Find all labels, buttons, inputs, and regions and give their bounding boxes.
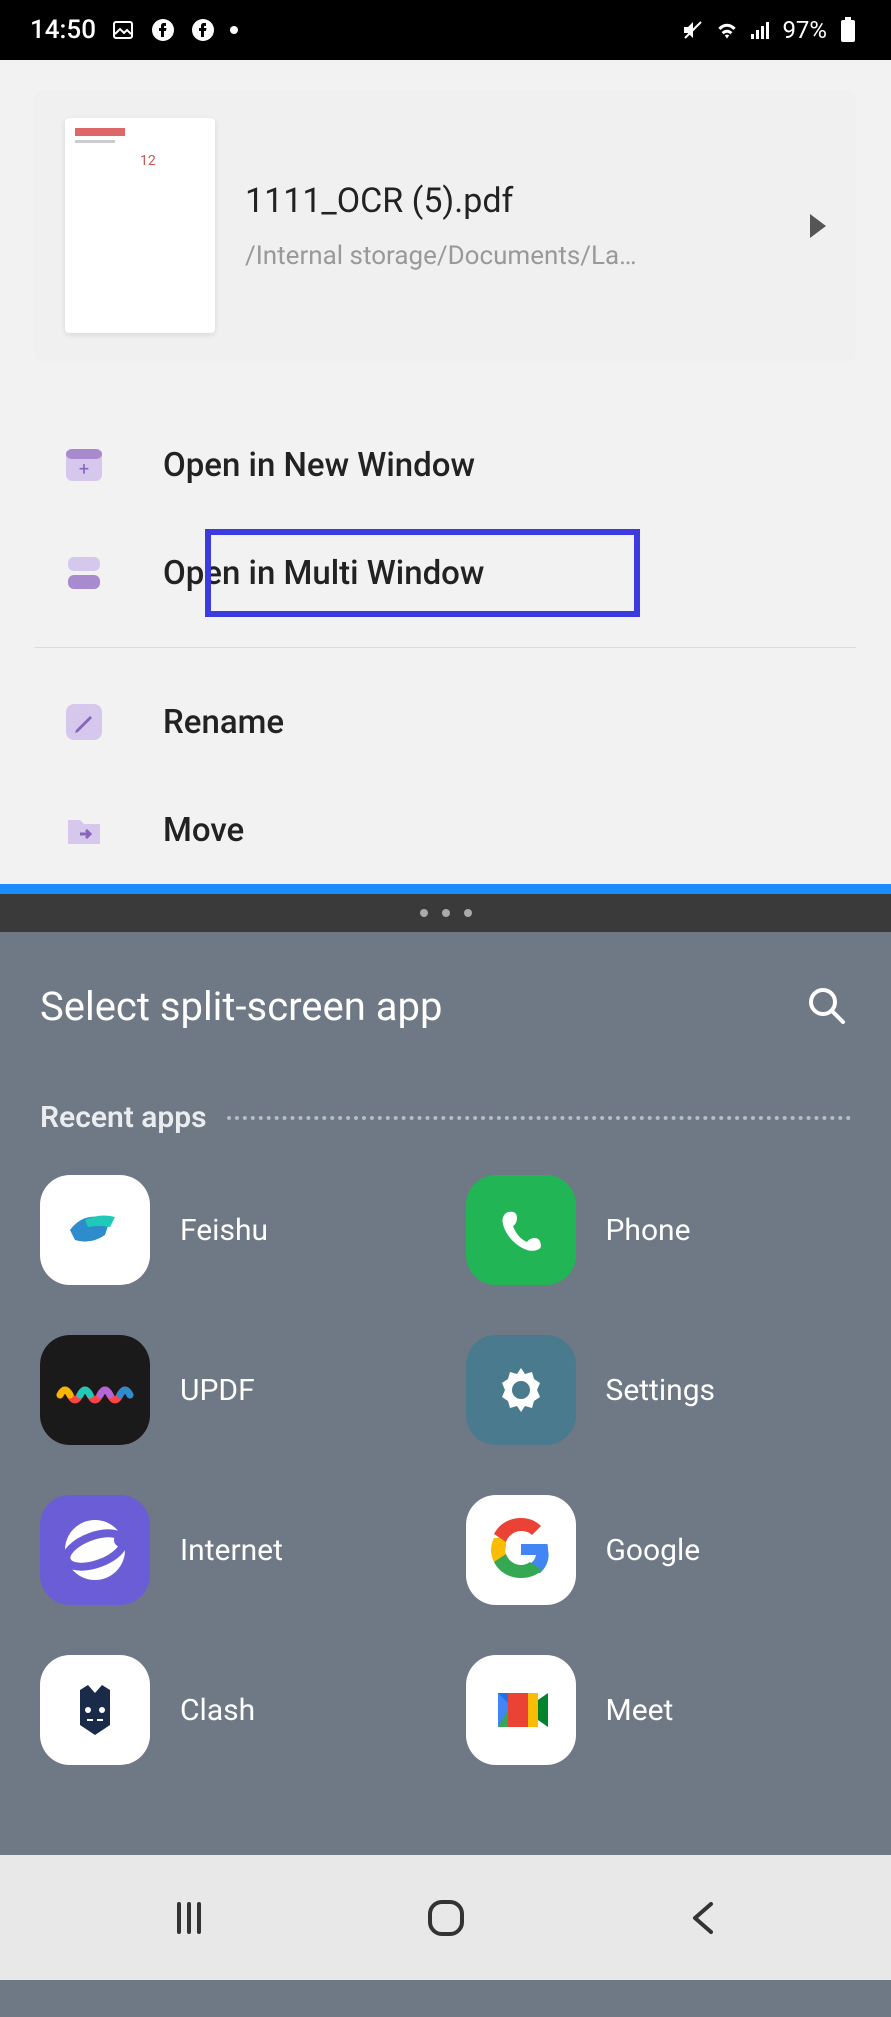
nav-home[interactable]: [416, 1888, 476, 1948]
move-icon: [60, 806, 108, 854]
file-context-pane: 12 1111_OCR (5).pdf /Internal storage/Do…: [0, 60, 891, 884]
new-window-icon: +: [60, 441, 108, 489]
signal-icon: [748, 17, 774, 43]
app-google[interactable]: Google: [466, 1495, 852, 1605]
status-time: 14:50: [30, 15, 96, 45]
menu-divider: [35, 647, 856, 648]
app-label: Meet: [606, 1693, 674, 1728]
app-settings[interactable]: Settings: [466, 1335, 852, 1445]
app-phone[interactable]: Phone: [466, 1175, 852, 1285]
selector-title: Select split-screen app: [40, 983, 442, 1030]
menu-open-new-window[interactable]: + Open in New Window: [35, 411, 856, 519]
internet-icon: [40, 1495, 150, 1605]
dotted-divider: [227, 1116, 851, 1120]
menu-label: Open in Multi Window: [163, 554, 484, 593]
file-info: 1111_OCR (5).pdf /Internal storage/Docum…: [245, 181, 780, 271]
app-label: Internet: [180, 1533, 283, 1568]
search-button[interactable]: [803, 982, 851, 1030]
nav-bar: [0, 1855, 891, 1980]
app-meet[interactable]: Meet: [466, 1655, 852, 1765]
nav-back[interactable]: [673, 1888, 733, 1948]
app-clash[interactable]: Clash: [40, 1655, 426, 1765]
section-title: Recent apps: [40, 1100, 207, 1135]
updf-icon: [40, 1335, 150, 1445]
battery-percent: 97%: [782, 16, 827, 44]
app-label: Google: [606, 1533, 701, 1568]
section-header: Recent apps: [40, 1100, 851, 1135]
menu-open-multi-window[interactable]: Open in Multi Window: [35, 519, 856, 627]
menu-label: Open in New Window: [163, 446, 475, 485]
multi-window-icon: [60, 549, 108, 597]
menu-label: Move: [163, 811, 244, 850]
file-path: /Internal storage/Documents/La…: [245, 241, 780, 271]
app-label: UPDF: [180, 1373, 255, 1408]
file-card[interactable]: 12 1111_OCR (5).pdf /Internal storage/Do…: [35, 90, 856, 361]
clash-icon: [40, 1655, 150, 1765]
split-drag-handle[interactable]: [0, 884, 891, 894]
file-name: 1111_OCR (5).pdf: [245, 181, 780, 221]
menu-move[interactable]: Move: [35, 776, 856, 884]
settings-icon: [466, 1335, 576, 1445]
app-updf[interactable]: UPDF: [40, 1335, 426, 1445]
app-grid: Feishu Phone UPDF Settings Internet: [40, 1175, 851, 1765]
meet-icon: [466, 1655, 576, 1765]
status-left: 14:50: [30, 15, 238, 45]
app-label: Settings: [606, 1373, 716, 1408]
svg-text:+: +: [79, 459, 89, 480]
app-label: Phone: [606, 1213, 691, 1248]
notification-dot-icon: [230, 26, 238, 34]
drag-indicator[interactable]: [0, 894, 891, 932]
google-icon: [466, 1495, 576, 1605]
image-icon: [110, 17, 136, 43]
feishu-icon: [40, 1175, 150, 1285]
facebook-icon: [150, 17, 176, 43]
app-feishu[interactable]: Feishu: [40, 1175, 426, 1285]
wifi-icon: [714, 17, 740, 43]
mute-icon: [680, 17, 706, 43]
battery-icon: [835, 17, 861, 43]
selector-header: Select split-screen app: [40, 982, 851, 1030]
status-bar: 14:50 97%: [0, 0, 891, 60]
menu-label: Rename: [163, 703, 284, 742]
thumb-page-number: 12: [140, 153, 156, 169]
app-label: Feishu: [180, 1213, 268, 1248]
rename-icon: [60, 698, 108, 746]
phone-icon: [466, 1175, 576, 1285]
menu-rename[interactable]: Rename: [35, 668, 856, 776]
chevron-right-icon: [810, 214, 826, 238]
status-right: 97%: [680, 16, 861, 44]
file-thumbnail: 12: [65, 118, 215, 333]
nav-recents[interactable]: [159, 1888, 219, 1948]
app-internet[interactable]: Internet: [40, 1495, 426, 1605]
app-label: Clash: [180, 1693, 255, 1728]
facebook-icon: [190, 17, 216, 43]
